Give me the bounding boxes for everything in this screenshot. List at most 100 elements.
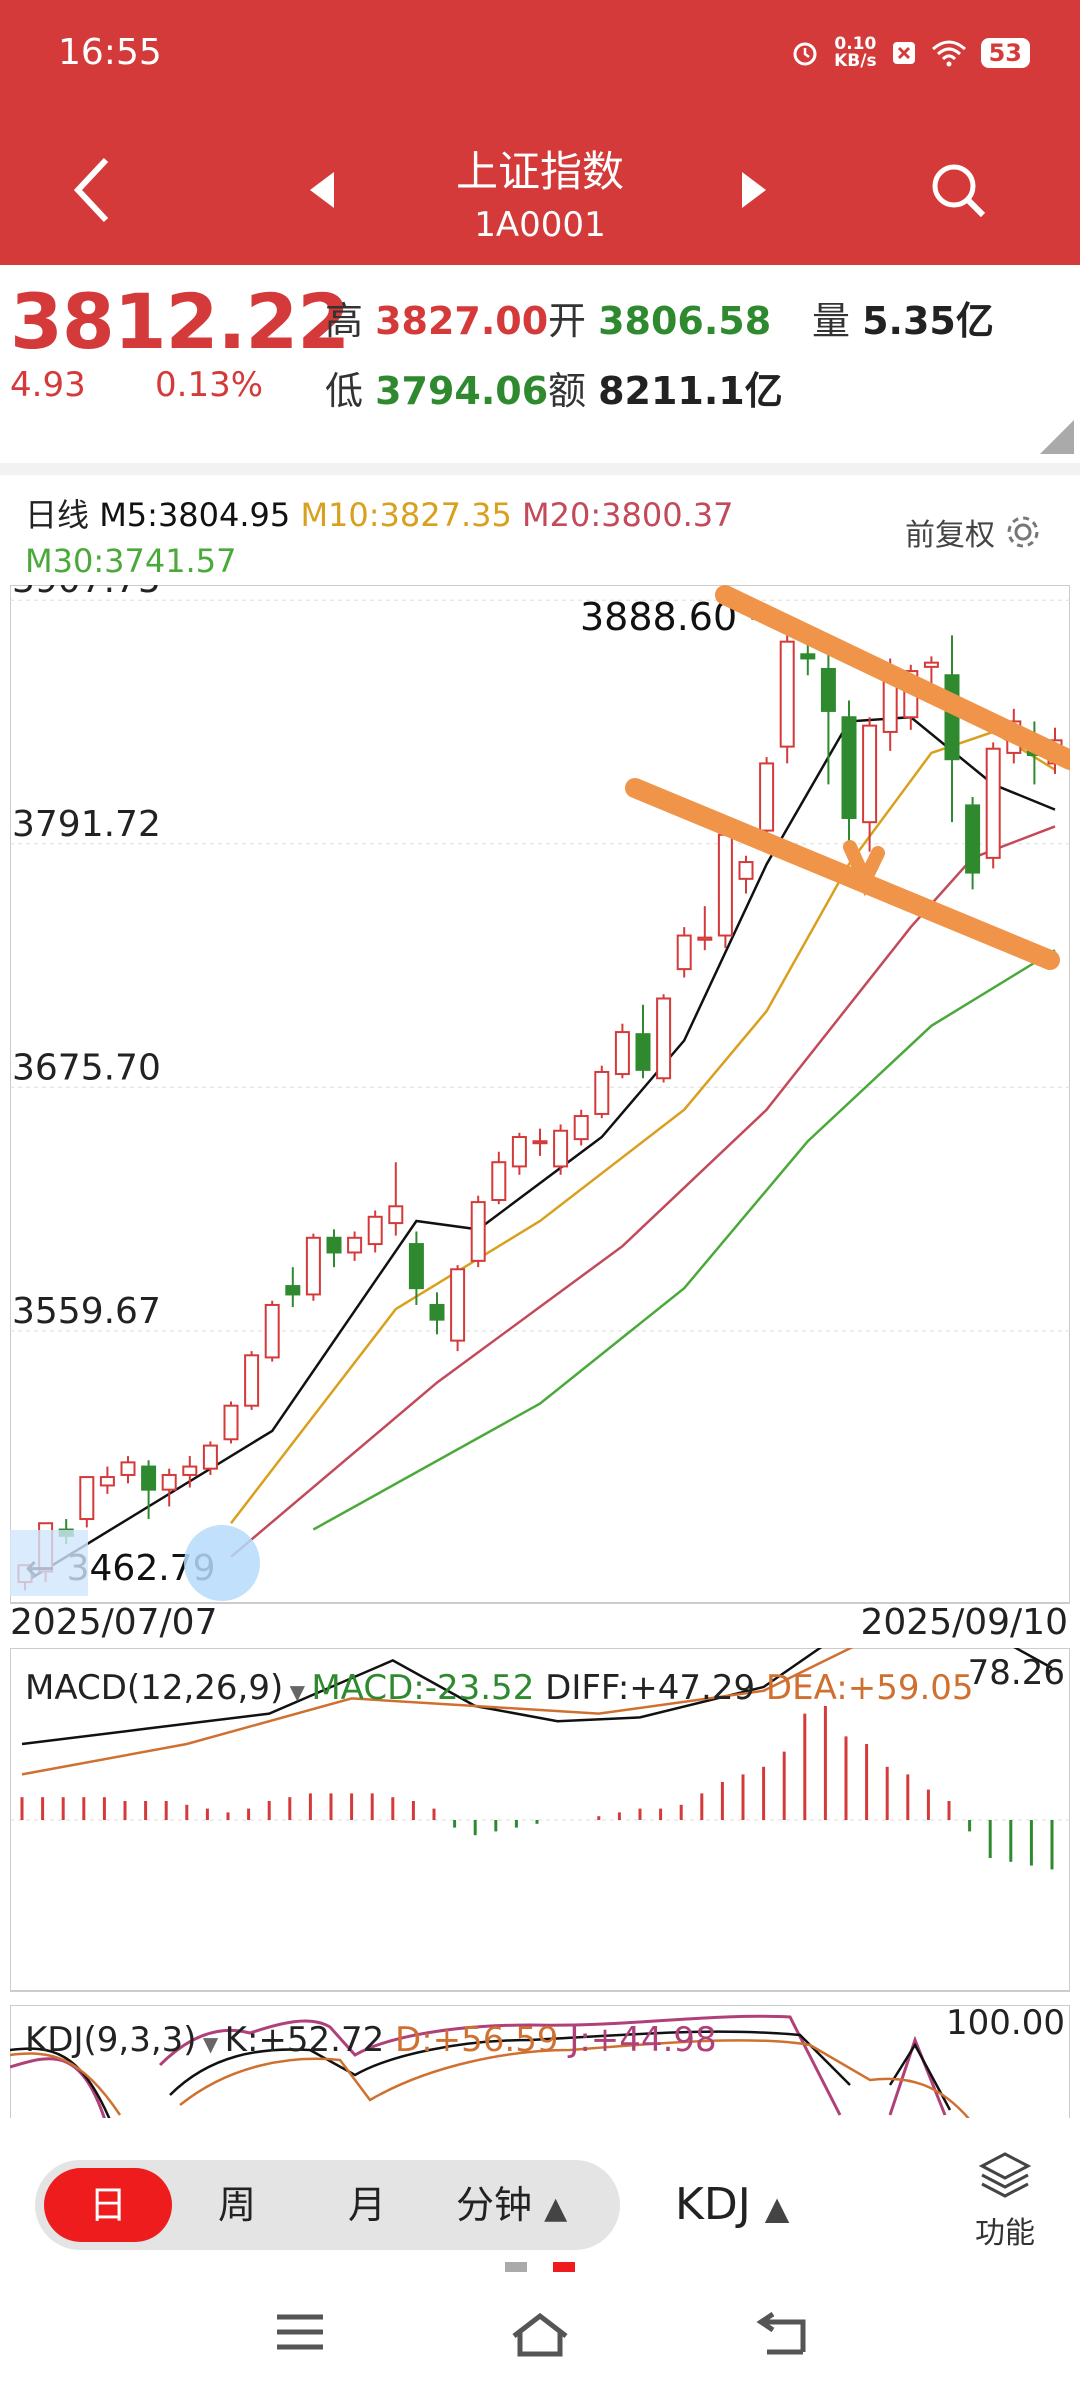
sim-disabled-icon <box>892 42 915 64</box>
next-index-icon[interactable] <box>740 172 766 208</box>
candle <box>553 1124 569 1175</box>
candle <box>511 1132 527 1175</box>
y-tick-label: 3907.75 <box>12 585 161 601</box>
tab-week[interactable]: 周 <box>218 2168 256 2242</box>
candlestick-chart[interactable]: 3907.753791.723675.703559.673888.60 →← 3… <box>10 585 1070 1605</box>
candle <box>841 700 857 848</box>
candle <box>717 828 733 949</box>
candle <box>491 1151 507 1205</box>
dea-value: DEA:+59.05 <box>765 1668 974 1708</box>
open-label: 开 <box>548 299 587 343</box>
function-label: 功能 <box>975 2216 1035 2251</box>
page-title: 上证指数 <box>455 147 624 196</box>
tab-day[interactable]: 日 <box>44 2168 172 2242</box>
candle <box>965 796 981 890</box>
menu-icon[interactable] <box>275 2312 325 2352</box>
candle <box>264 1300 280 1362</box>
ma-line-m20 <box>230 825 1056 1558</box>
candle <box>79 1476 95 1528</box>
adjust-selector[interactable]: 前复权 <box>905 510 1043 554</box>
candle <box>305 1233 321 1301</box>
high-cell: 高 3827.00 <box>325 290 548 345</box>
high-value: 3827.00 <box>375 299 549 343</box>
page-indicator-dot-active <box>553 2262 575 2272</box>
battery-indicator: 53 <box>980 38 1030 68</box>
expand-corner-icon[interactable] <box>1040 420 1074 454</box>
low-cell: 低 3794.06 <box>325 360 548 415</box>
wifi-icon <box>931 40 966 67</box>
function-button[interactable]: 功能 <box>970 2150 1040 2252</box>
candle <box>326 1229 342 1268</box>
candle <box>470 1195 486 1268</box>
amount-label: 额 <box>548 369 587 413</box>
candle <box>450 1265 466 1352</box>
y-tick-label: 3675.70 <box>12 1047 161 1088</box>
low-label: 低 <box>325 369 364 413</box>
amount-value: 8211.1亿 <box>598 369 783 413</box>
ma10-label: M10:3827.35 <box>300 496 512 534</box>
candle <box>161 1468 177 1507</box>
candle <box>656 994 672 1083</box>
macd-dea-line <box>21 1648 854 1776</box>
open-value: 3806.58 <box>598 299 772 343</box>
upper-trendline <box>715 585 1070 770</box>
macd-legend[interactable]: MACD(12,26,9) ▼ MACD:-23.52 DIFF:+47.29 … <box>25 1668 974 1708</box>
candle <box>759 757 775 837</box>
candle <box>697 906 713 951</box>
candle <box>99 1466 115 1494</box>
candle <box>944 635 960 823</box>
section-divider <box>0 463 1080 475</box>
low-value: 3794.06 <box>375 369 549 413</box>
end-date: 2025/09/10 <box>860 1602 1069 1643</box>
macd-title[interactable]: MACD(12,26,9) <box>25 1668 283 1708</box>
macd-value: MACD:-23.52 <box>311 1668 535 1708</box>
candle <box>738 855 754 894</box>
candle <box>388 1162 404 1236</box>
start-date: 2025/07/07 <box>10 1602 218 1643</box>
candle <box>532 1128 548 1156</box>
volume-cell: 量 5.35亿 <box>812 290 994 345</box>
candle <box>285 1267 301 1308</box>
open-cell: 开 3806.58 <box>548 290 771 345</box>
kdj-title[interactable]: KDJ(9,3,3) <box>25 2020 197 2060</box>
candle <box>594 1065 610 1119</box>
diff-value: DIFF:+47.29 <box>545 1668 756 1708</box>
indicator-selector[interactable]: KDJ ▲ <box>675 2168 789 2245</box>
ma30-label: M30:3741.57 <box>25 542 237 580</box>
price-change-pct: 0.13% <box>155 365 264 405</box>
status-time: 16:55 <box>58 32 162 73</box>
candle <box>120 1456 136 1484</box>
kdj-legend[interactable]: KDJ(9,3,3) ▼ K:+52.72 D:+56.59 J:+44.98 <box>25 2020 717 2060</box>
period-label: 日线 <box>25 496 90 534</box>
tab-month[interactable]: 月 <box>348 2168 386 2242</box>
tab-minute[interactable]: 分钟 ▲ <box>456 2168 567 2246</box>
home-icon[interactable] <box>510 2312 570 2358</box>
return-icon[interactable] <box>755 2312 807 2356</box>
y-tick-label: 3559.67 <box>12 1291 161 1332</box>
j-value: J:+44.98 <box>569 2020 717 2060</box>
candle <box>614 1023 630 1079</box>
candle <box>635 1004 651 1079</box>
layers-icon <box>978 2152 1032 2198</box>
candle <box>985 742 1001 869</box>
candle <box>244 1351 260 1410</box>
candle <box>676 927 692 978</box>
candle <box>573 1109 589 1146</box>
y-tick-label: 3791.72 <box>12 804 161 845</box>
d-value: D:+56.59 <box>395 2020 559 2060</box>
ma20-label: M20:3800.37 <box>522 496 734 534</box>
amount-cell: 额 8211.1亿 <box>548 360 783 415</box>
k-value: K:+52.72 <box>224 2020 385 2060</box>
adjust-label: 前复权 <box>905 518 995 553</box>
app-header: 16:55 0.10 KB/s 53 上证指数 1A0001 <box>0 0 1080 265</box>
gear-icon[interactable] <box>1003 512 1043 552</box>
ma-line-m10 <box>230 730 1056 1524</box>
index-code: 1A0001 <box>474 205 606 245</box>
alarm-icon <box>793 42 817 66</box>
ma-legend: 日线 M5:3804.95 M10:3827.35 M20:3800.37 M3… <box>25 492 733 584</box>
search-icon[interactable] <box>928 160 988 220</box>
macd-ymax: 78.26 <box>967 1653 1065 1693</box>
price-change: 4.93 <box>10 365 86 405</box>
candle <box>347 1231 363 1261</box>
ma5-label: M5:3804.95 <box>99 496 291 534</box>
